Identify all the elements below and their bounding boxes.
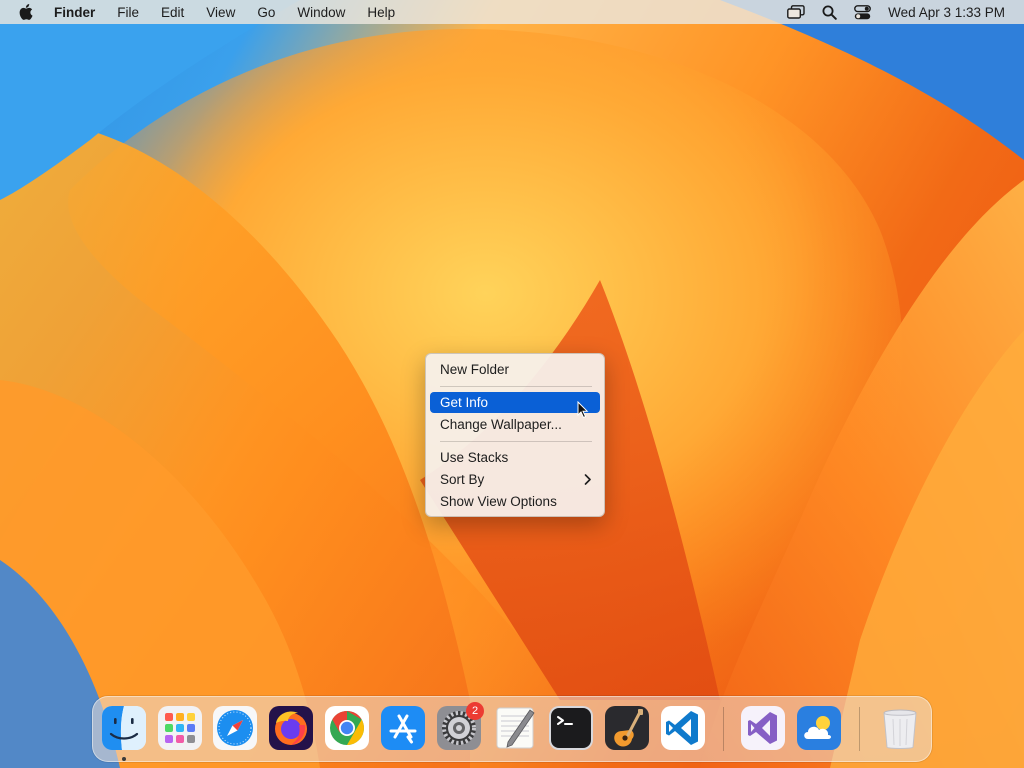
dock-app-finder[interactable] [101,705,147,751]
menu-app-name[interactable]: Finder [54,5,95,20]
menu-view[interactable]: View [206,5,235,20]
menu-bar-clock[interactable]: Wed Apr 3 1:33 PM [888,5,1005,20]
vscode-icon [661,706,705,750]
chrome-icon [325,706,369,750]
dock-app-trash[interactable] [877,705,923,751]
firefox-icon [269,706,313,750]
notification-badge: 2 [466,702,484,720]
dock-app-textedit[interactable] [492,705,538,751]
dock-divider [859,707,860,751]
menu-item-get-info[interactable]: Get Info [430,392,600,413]
visual-studio-icon [741,706,785,750]
menu-bar: Finder File Edit View Go Window Help Wed… [0,0,1024,24]
dock-app-weather[interactable] [796,705,842,751]
finder-icon [102,706,146,750]
menu-item-change-wallpaper[interactable]: Change Wallpaper... [430,414,600,435]
menu-item-sort-by[interactable]: Sort By [430,469,600,490]
menu-bar-status-area: Wed Apr 3 1:33 PM [787,0,1024,24]
desktop-context-menu: New Folder Get Info Change Wallpaper... … [425,353,605,517]
trash-icon [883,709,917,749]
dock-app-vscode[interactable] [660,705,706,751]
screen-mirroring-icon[interactable] [787,5,805,19]
menu-window[interactable]: Window [297,5,345,20]
menu-go[interactable]: Go [257,5,275,20]
running-indicator [122,757,126,761]
menu-item-use-stacks[interactable]: Use Stacks [430,447,600,468]
menu-separator [440,441,592,442]
app-store-icon [381,706,425,750]
textedit-icon [496,707,535,749]
menu-item-show-view-options[interactable]: Show View Options [430,491,600,512]
menu-file[interactable]: File [117,5,139,20]
menu-item-new-folder[interactable]: New Folder [430,359,600,380]
launchpad-icon [158,706,202,750]
spotlight-search-icon[interactable] [822,5,837,20]
mouse-cursor-icon [577,401,589,419]
menu-help[interactable]: Help [367,5,395,20]
menu-item-sort-by-label: Sort By [440,472,485,487]
terminal-icon [549,706,593,750]
dock-app-chrome[interactable] [324,705,370,751]
dock-app-launchpad[interactable] [157,705,203,751]
dock-app-system-settings[interactable]: 2 [436,702,484,751]
safari-icon [213,706,257,750]
chevron-right-icon [584,474,591,485]
control-center-icon[interactable] [854,4,872,20]
dock-app-safari[interactable] [212,705,258,751]
weather-icon [797,706,841,750]
garageband-icon [605,706,649,750]
dock-app-firefox[interactable] [268,705,314,751]
dock-app-garageband[interactable] [604,705,650,751]
dock-app-app-store[interactable] [380,705,426,751]
apple-logo-icon[interactable] [19,4,35,20]
menu-separator [440,386,592,387]
dock-app-visual-studio[interactable] [740,705,786,751]
menu-edit[interactable]: Edit [161,5,184,20]
dock: 2 [92,696,932,762]
dock-app-terminal[interactable] [548,705,594,751]
dock-divider [723,707,724,751]
